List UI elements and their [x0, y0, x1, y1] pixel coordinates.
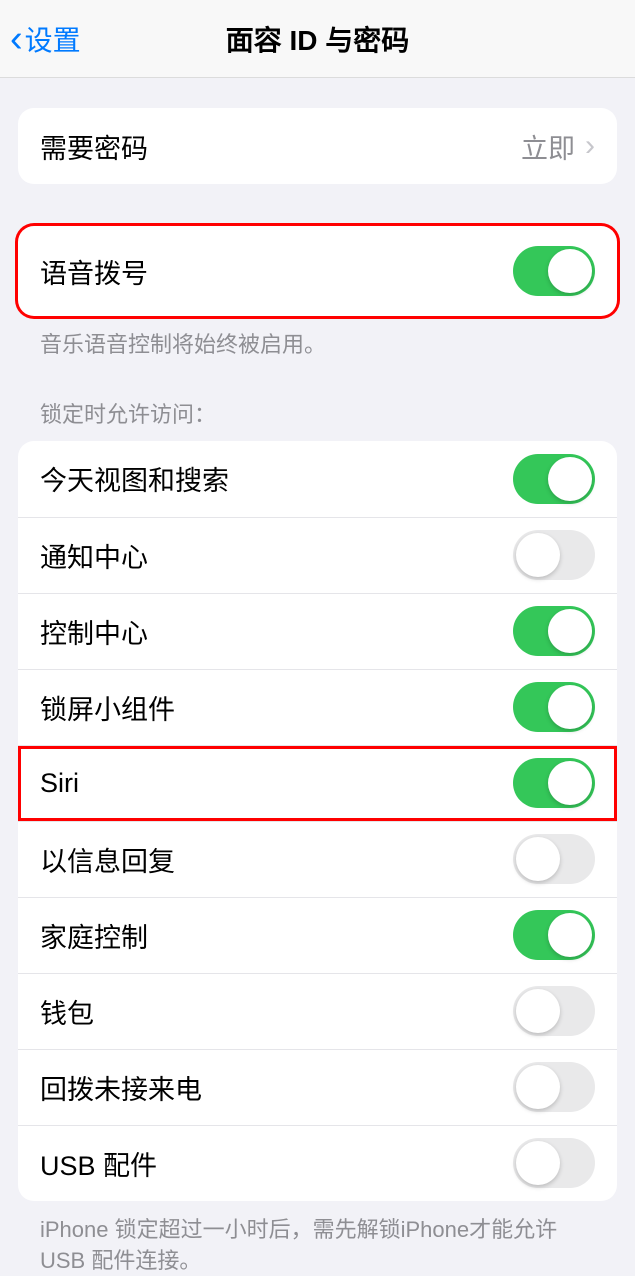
- locked-access-row: 通知中心: [18, 517, 617, 593]
- switch-knob: [548, 457, 592, 501]
- voice-dial-footer: 音乐语音控制将始终被启用。: [18, 316, 617, 361]
- switch-knob: [516, 989, 560, 1033]
- locked-access-label: 家庭控制: [40, 916, 148, 955]
- voice-dial-toggle[interactable]: [513, 246, 595, 296]
- locked-access-label: Siri: [40, 768, 79, 799]
- toggle-switch[interactable]: [513, 758, 595, 808]
- switch-knob: [548, 913, 592, 957]
- voice-dial-group: 语音拨号: [18, 226, 617, 316]
- toggle-switch[interactable]: [513, 1138, 595, 1188]
- chevron-left-icon: ‹: [10, 20, 23, 58]
- back-label: 设置: [25, 19, 81, 59]
- switch-knob: [548, 761, 592, 805]
- switch-knob: [516, 837, 560, 881]
- locked-access-label: 通知中心: [40, 536, 148, 575]
- locked-access-row: 锁屏小组件: [18, 669, 617, 745]
- page-title: 面容 ID 与密码: [0, 19, 635, 59]
- chevron-right-icon: ›: [585, 129, 595, 163]
- locked-access-header: 锁定时允许访问：: [18, 361, 617, 441]
- locked-access-row: 今天视图和搜索: [18, 441, 617, 517]
- locked-access-label: 回拨未接来电: [40, 1068, 202, 1107]
- locked-access-row: 家庭控制: [18, 897, 617, 973]
- locked-access-row: USB 配件: [18, 1125, 617, 1201]
- toggle-switch[interactable]: [513, 530, 595, 580]
- locked-access-group: 今天视图和搜索通知中心控制中心锁屏小组件 Siri 以信息回复家庭控制钱包回拨未接来…: [18, 441, 617, 1201]
- require-passcode-value: 立即: [521, 127, 575, 166]
- locked-access-row: 以信息回复: [18, 821, 617, 897]
- switch-knob: [548, 685, 592, 729]
- switch-knob: [548, 609, 592, 653]
- toggle-switch[interactable]: [513, 834, 595, 884]
- toggle-switch[interactable]: [513, 910, 595, 960]
- require-passcode-row[interactable]: 需要密码 立即 ›: [18, 108, 617, 184]
- locked-access-row: 回拨未接来电: [18, 1049, 617, 1125]
- back-button[interactable]: ‹ 设置: [0, 19, 81, 59]
- voice-dial-label: 语音拨号: [40, 252, 148, 291]
- toggle-switch[interactable]: [513, 986, 595, 1036]
- switch-knob: [516, 1141, 560, 1185]
- row-right: 立即 ›: [521, 127, 595, 166]
- locked-access-label: 以信息回复: [40, 840, 175, 879]
- locked-access-row: 控制中心: [18, 593, 617, 669]
- locked-access-label: 钱包: [40, 992, 94, 1031]
- toggle-switch[interactable]: [513, 1062, 595, 1112]
- navbar: ‹ 设置 面容 ID 与密码: [0, 0, 635, 78]
- locked-access-label: USB 配件: [40, 1144, 157, 1183]
- switch-knob: [548, 249, 592, 293]
- switch-knob: [516, 533, 560, 577]
- locked-access-label: 今天视图和搜索: [40, 459, 229, 498]
- locked-access-label: 锁屏小组件: [40, 688, 175, 727]
- locked-access-row: 钱包: [18, 973, 617, 1049]
- locked-access-row: Siri: [18, 745, 617, 821]
- switch-knob: [516, 1065, 560, 1109]
- require-passcode-label: 需要密码: [40, 127, 148, 166]
- voice-dial-row: 语音拨号: [18, 226, 617, 316]
- locked-access-footer: iPhone 锁定超过一小时后，需先解锁iPhone才能允许 USB 配件连接。: [18, 1201, 617, 1276]
- locked-access-label: 控制中心: [40, 612, 148, 651]
- toggle-switch[interactable]: [513, 454, 595, 504]
- require-passcode-group: 需要密码 立即 ›: [18, 108, 617, 184]
- toggle-switch[interactable]: [513, 606, 595, 656]
- toggle-switch[interactable]: [513, 682, 595, 732]
